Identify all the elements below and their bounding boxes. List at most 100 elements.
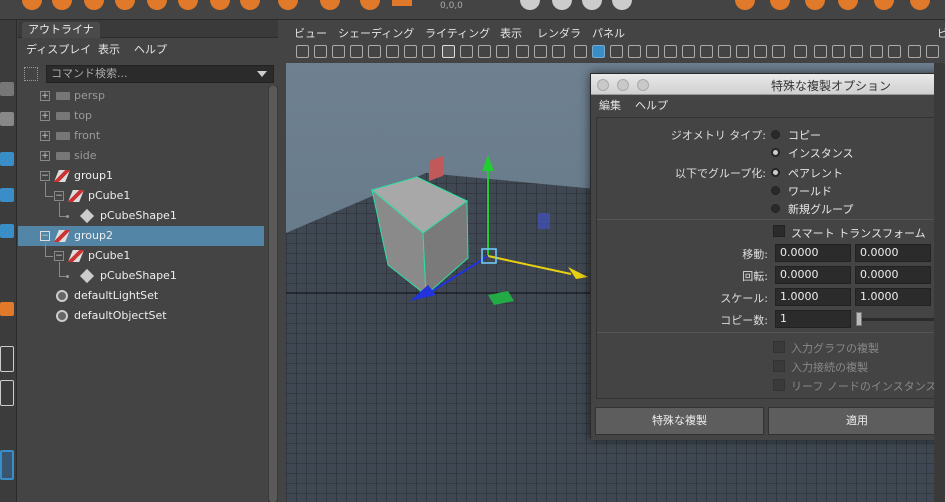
tree-item-pcube1[interactable]: − pCube1 <box>18 182 264 206</box>
film-gate-icon[interactable] <box>386 45 399 58</box>
shelf-tool-icon[interactable] <box>360 0 380 10</box>
overflow-icon[interactable] <box>926 45 939 58</box>
tree-item-group2[interactable]: − group2 <box>18 226 264 246</box>
menu-lighting[interactable]: ライティング <box>425 25 490 41</box>
shelf-tool-icon[interactable] <box>735 0 755 10</box>
gate-mask-icon[interactable] <box>422 45 435 58</box>
menu-show[interactable]: 表示 <box>98 41 120 57</box>
apply-button[interactable]: 適用 <box>768 407 945 435</box>
scrollbar-thumb[interactable] <box>269 86 277 502</box>
move-manip-y-arrow[interactable] <box>482 155 494 171</box>
tree-item-persp[interactable]: + persp <box>18 86 264 106</box>
camera-attr-icon[interactable] <box>314 45 327 58</box>
radio-new-group-label[interactable]: 新規グループ <box>788 201 853 217</box>
tab-outliner[interactable]: アウトライナ <box>22 22 100 38</box>
shelf-tool-icon[interactable] <box>874 0 894 10</box>
menu-help[interactable]: ヘルプ <box>134 41 167 57</box>
color-management-icon[interactable] <box>908 45 921 58</box>
tree-item-front[interactable]: + front <box>18 126 264 146</box>
xray-joints-icon[interactable] <box>832 45 845 58</box>
shelf-tool-icon[interactable] <box>612 0 632 10</box>
move-tool-icon[interactable] <box>0 152 14 166</box>
filter-icon[interactable] <box>24 67 38 81</box>
shelf-tool-icon[interactable] <box>52 0 72 10</box>
depth-of-field-icon[interactable] <box>772 45 785 58</box>
textured-icon[interactable] <box>628 45 641 58</box>
safe-action-icon[interactable] <box>534 45 547 58</box>
smart-transform-checkbox[interactable] <box>773 225 785 237</box>
safe-title-icon[interactable] <box>552 45 565 58</box>
duplicate-input-connections-checkbox[interactable] <box>773 360 785 372</box>
resolution-gate-icon[interactable] <box>478 45 491 58</box>
rotate-tool-icon[interactable] <box>0 188 14 202</box>
menu-shading[interactable]: シェーディング <box>338 25 414 41</box>
shelf-tool-icon[interactable] <box>552 0 572 10</box>
zoom-icon[interactable] <box>637 79 649 91</box>
shelf-tool-icon[interactable] <box>278 0 298 10</box>
xray-components-icon[interactable] <box>850 45 863 58</box>
radio-copy[interactable] <box>771 130 780 139</box>
instance-leaf-nodes-checkbox[interactable] <box>773 379 785 391</box>
duplicate-input-graph-checkbox[interactable] <box>773 341 785 353</box>
image-plane-icon[interactable] <box>350 45 363 58</box>
dialog-titlebar[interactable]: 特殊な複製オプション <box>591 74 945 95</box>
menu-edit[interactable]: 編集 <box>599 97 621 113</box>
grid-toggle-icon[interactable] <box>368 45 381 58</box>
tree-item-top[interactable]: + top <box>18 106 264 126</box>
camera-select-icon[interactable] <box>296 45 309 58</box>
close-icon[interactable] <box>597 79 609 91</box>
xray-icon[interactable] <box>700 45 713 58</box>
isolate-icon[interactable] <box>718 45 731 58</box>
collapse-icon[interactable]: − <box>40 171 50 181</box>
copies-slider-track[interactable] <box>858 318 945 321</box>
viewport-side-scrollbar[interactable] <box>934 63 945 502</box>
duplicate-special-button[interactable]: 特殊な複製 <box>595 407 764 435</box>
shelf-tool-icon[interactable] <box>240 0 260 10</box>
bookmark-icon[interactable] <box>332 45 345 58</box>
shelf-tool-icon[interactable] <box>320 0 340 10</box>
menu-display[interactable]: ディスプレイ <box>26 41 91 57</box>
outliner-scrollbar[interactable] <box>268 86 278 502</box>
wireframe-on-shaded-icon[interactable] <box>610 45 623 58</box>
select-tool-icon[interactable] <box>0 82 14 96</box>
shelf-tool-icon[interactable] <box>115 0 135 10</box>
rotate-x-field[interactable]: 0.0000 <box>775 266 851 284</box>
expand-icon[interactable]: + <box>40 91 50 101</box>
isolate-select-icon[interactable] <box>794 45 807 58</box>
tree-item-defaultlightset[interactable]: defaultLightSet <box>18 286 264 306</box>
grid-icon[interactable] <box>442 45 455 58</box>
tree-item-pcubeshape1[interactable]: pCubeShape1 <box>18 202 264 226</box>
menu-show[interactable]: 表示 <box>500 25 522 41</box>
smart-transform-label[interactable]: スマート トランスフォーム <box>791 225 926 241</box>
shelf-tool-icon[interactable] <box>178 0 198 10</box>
copies-field[interactable]: 1 <box>775 310 851 328</box>
collapse-icon[interactable]: − <box>54 251 64 261</box>
shelf-tool-icon[interactable] <box>582 0 602 10</box>
resolution-gate-icon[interactable] <box>404 45 417 58</box>
single-layout-icon[interactable] <box>0 346 14 372</box>
tree-item-group1[interactable]: − group1 <box>18 166 264 186</box>
antialias-icon[interactable] <box>754 45 767 58</box>
field-chart-icon[interactable] <box>516 45 529 58</box>
collapse-icon[interactable]: − <box>40 231 50 241</box>
last-tool-icon[interactable] <box>0 302 14 316</box>
shelf-tool-icon[interactable] <box>838 0 858 10</box>
menu-overflow[interactable]: ビ <box>937 25 945 41</box>
expand-icon[interactable]: + <box>40 131 50 141</box>
shelf-tool-icon[interactable] <box>22 0 42 10</box>
radio-parent-label[interactable]: ペアレント <box>788 165 843 181</box>
shelf-tool-icon[interactable] <box>910 0 930 10</box>
rotate-y-field[interactable]: 0.0000 <box>855 266 931 284</box>
menu-help[interactable]: ヘルプ <box>635 97 668 113</box>
chevron-down-icon[interactable] <box>257 71 267 77</box>
expand-icon[interactable]: + <box>40 151 50 161</box>
scale-y-field[interactable]: 1.0000 <box>855 288 931 306</box>
radio-instance-label[interactable]: インスタンス <box>788 145 854 161</box>
shelf-tool-icon[interactable] <box>520 0 540 10</box>
menu-view[interactable]: ビュー <box>294 25 327 41</box>
radio-copy-label[interactable]: コピー <box>788 127 821 143</box>
shelf-tool-icon[interactable] <box>84 0 104 10</box>
xray-active-icon[interactable] <box>814 45 827 58</box>
wireframe-icon[interactable] <box>574 45 587 58</box>
radio-new-group[interactable] <box>771 204 780 213</box>
